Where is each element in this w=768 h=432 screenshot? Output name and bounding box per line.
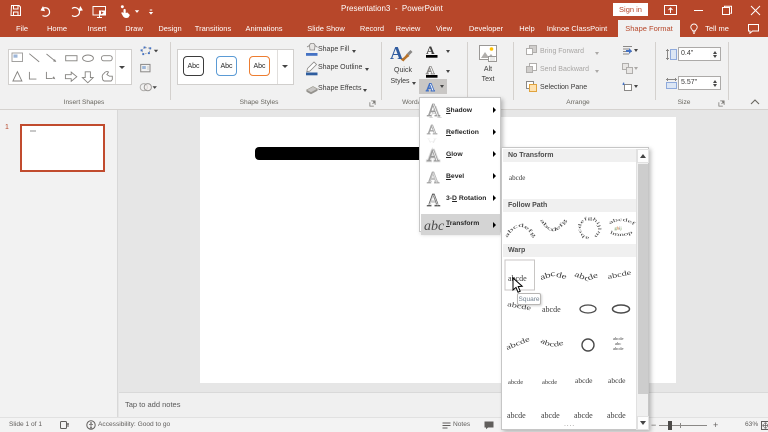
svg-text:abcde: abcde [505,335,531,352]
svg-text:abcdefg: abcdefg [505,224,537,240]
svg-text:A: A [390,43,403,63]
svg-text:A: A [427,123,438,138]
svg-text:abcde: abcde [539,269,568,282]
svg-text:A: A [427,101,440,120]
svg-text:lmnop: lmnop [609,229,634,237]
svg-text:A: A [429,194,440,209]
svg-text:abcde: abcde [574,411,593,420]
svg-text:abcdefg: abcdefg [538,218,569,234]
svg-text:abcde: abcde [575,376,593,385]
svg-text:A: A [426,43,435,57]
svg-text:abcde: abcde [539,337,564,349]
svg-text:abcde: abcde [542,305,561,314]
svg-text:A: A [427,136,437,143]
svg-text:A: A [429,170,439,185]
svg-text:abcde: abcde [507,411,526,420]
svg-text:abc: abc [424,219,445,234]
svg-text:abcde: abcde [573,269,599,283]
svg-text:A: A [427,146,440,165]
svg-text:A: A [426,63,435,77]
svg-text:abcde: abcde [542,379,557,386]
svg-text:abcde: abcde [613,346,624,351]
svg-text:abcdefghijlm: abcdefghijlm [577,215,603,241]
svg-text:abcde: abcde [607,269,632,281]
svg-text:abcde: abcde [508,379,523,386]
svg-text:abcde: abcde [607,411,626,420]
svg-text:abcde: abcde [608,376,626,385]
svg-text:abcde: abcde [541,411,560,420]
svg-text:abcdef: abcdef [608,217,636,227]
svg-text:A: A [426,80,435,94]
svg-text:ghij: ghij [615,226,622,231]
